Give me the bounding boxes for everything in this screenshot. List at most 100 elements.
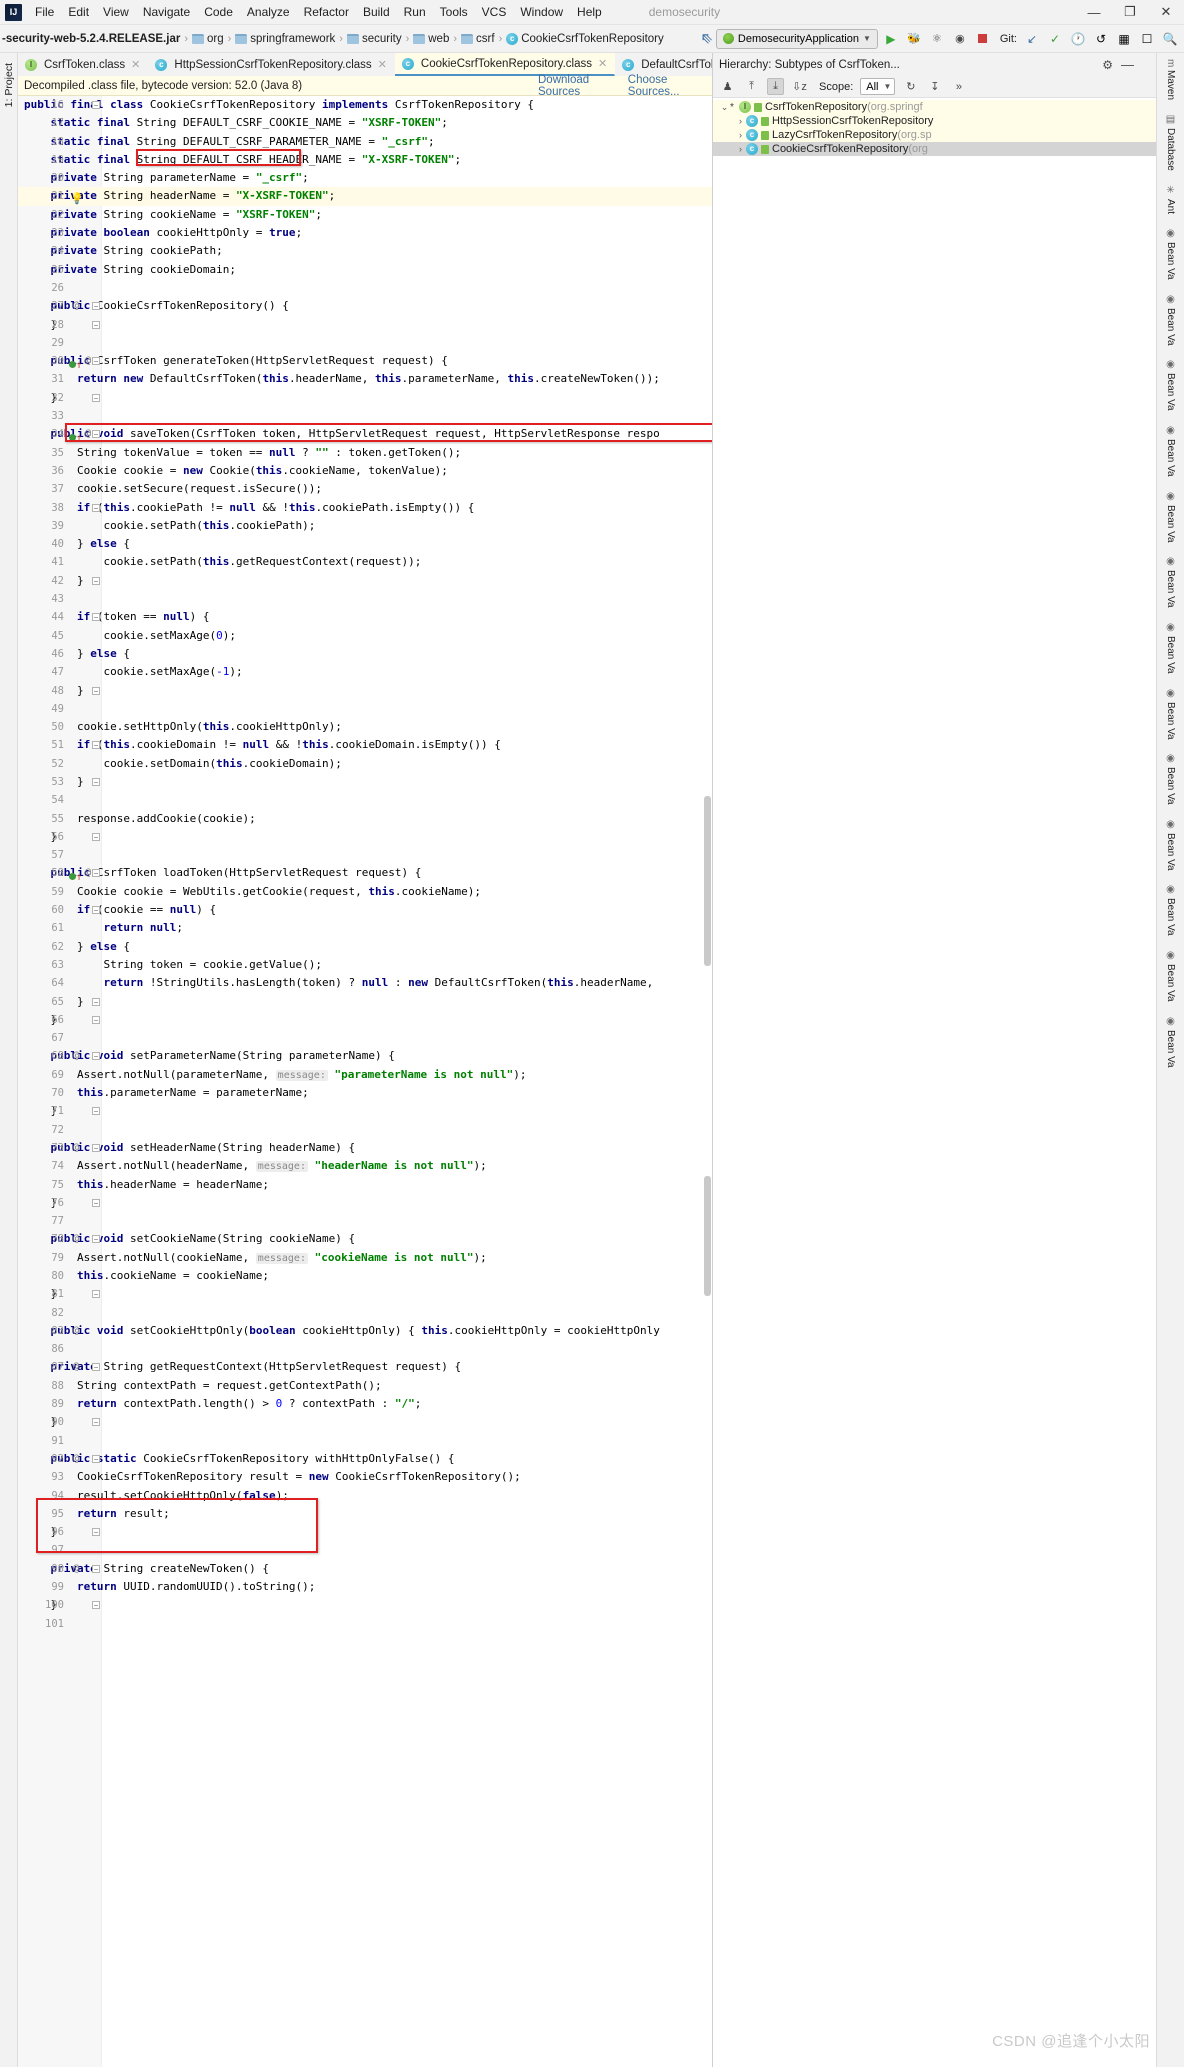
- fold-collapse-icon[interactable]: −: [92, 503, 100, 512]
- fold-end-icon[interactable]: −: [92, 997, 100, 1006]
- history-icon[interactable]: 🕐: [1068, 29, 1088, 49]
- choose-sources-link[interactable]: Choose Sources...: [628, 74, 704, 98]
- gutter-marks[interactable]: [68, 1377, 102, 1395]
- code-line[interactable]: 63 String token = cookie.getValue();: [18, 956, 712, 974]
- gutter-marks[interactable]: [68, 1432, 102, 1450]
- gear-icon[interactable]: ⚙: [1102, 58, 1113, 72]
- code-line[interactable]: 79 Assert.notNull(cookieName, message: "…: [18, 1249, 712, 1267]
- code-line[interactable]: 96− }: [18, 1523, 712, 1541]
- menu-tools[interactable]: Tools: [433, 2, 475, 22]
- fold-collapse-icon[interactable]: −: [92, 1052, 100, 1061]
- fold-end-icon[interactable]: −: [92, 320, 100, 329]
- run-coverage-icon[interactable]: ⚛: [927, 29, 947, 49]
- breadcrumb-item-web[interactable]: web: [428, 33, 449, 45]
- code-line[interactable]: 73 @ − public void setHeaderName(String he…: [18, 1139, 712, 1157]
- right-strip-item-bean-va[interactable]: ◉ Bean Va: [1165, 355, 1176, 411]
- scope-select[interactable]: All ▼: [860, 78, 896, 95]
- code-line[interactable]: 54: [18, 791, 712, 809]
- code-line[interactable]: 39 cookie.setPath(this.cookiePath);: [18, 517, 712, 535]
- chevron-down-icon[interactable]: ⌄: [719, 102, 730, 113]
- right-strip-item-bean-va[interactable]: ◉ Bean Va: [1165, 421, 1176, 477]
- code-line[interactable]: 47 cookie.setMaxAge(-1);: [18, 663, 712, 681]
- gutter-marks[interactable]: [68, 1121, 102, 1139]
- code-line[interactable]: 16− public final class CookieCsrfTokenRep…: [18, 96, 712, 114]
- right-strip-item-bean-va[interactable]: ◉ Bean Va: [1165, 618, 1176, 674]
- fold-collapse-icon[interactable]: −: [92, 302, 100, 311]
- fold-collapse-icon[interactable]: −: [92, 1143, 100, 1152]
- gutter-marks[interactable]: [68, 1340, 102, 1358]
- fold-collapse-icon[interactable]: −: [92, 430, 100, 439]
- code-line[interactable]: 98 @ − private String createNewToken() {: [18, 1560, 712, 1578]
- code-line[interactable]: 60− if (cookie == null) {: [18, 901, 712, 919]
- run-icon[interactable]: ▶: [881, 29, 901, 49]
- breadcrumb-item-springframework[interactable]: springframework: [250, 33, 335, 45]
- gutter-marks[interactable]: [68, 206, 102, 224]
- chevron-right-icon[interactable]: ›: [735, 144, 746, 154]
- code-line[interactable]: 58↑@− public CsrfToken loadToken(HttpSer…: [18, 864, 712, 883]
- fold-end-icon[interactable]: −: [92, 1528, 100, 1537]
- code-line[interactable]: 48− }: [18, 682, 712, 700]
- gutter-marks[interactable]: @: [68, 1322, 102, 1340]
- gutter-marks[interactable]: [68, 700, 102, 718]
- code-line[interactable]: 35 String tokenValue = token == null ? "…: [18, 444, 712, 462]
- right-strip-item-bean-va[interactable]: ◉ Bean Va: [1165, 815, 1176, 871]
- gutter-marks[interactable]: [68, 718, 102, 736]
- gutter-marks[interactable]: −: [68, 773, 102, 791]
- gutter-marks[interactable]: −: [68, 1285, 102, 1303]
- gutter-marks[interactable]: −: [68, 993, 102, 1011]
- gutter-marks[interactable]: [68, 883, 102, 901]
- gutter-marks[interactable]: [68, 1176, 102, 1194]
- gutter-marks[interactable]: −: [68, 608, 102, 626]
- code-line[interactable]: 50 cookie.setHttpOnly(this.cookieHttpOnl…: [18, 718, 712, 736]
- menu-vcs[interactable]: VCS: [475, 2, 514, 22]
- code-line[interactable]: 55 response.addCookie(cookie);: [18, 810, 712, 828]
- gutter-marks[interactable]: [68, 462, 102, 480]
- breadcrumb-item-security[interactable]: security: [362, 33, 402, 45]
- update-project-icon[interactable]: ↙: [1022, 29, 1042, 49]
- right-strip-item-maven[interactable]: m Maven: [1165, 55, 1176, 100]
- gutter-marks[interactable]: [68, 370, 102, 388]
- code-line[interactable]: 28− }: [18, 316, 712, 334]
- code-line[interactable]: 82: [18, 1304, 712, 1322]
- fold-collapse-icon[interactable]: −: [92, 1454, 100, 1463]
- type-hierarchy-icon[interactable]: ♟: [719, 78, 736, 95]
- code-line[interactable]: 51− if (this.cookieDomain != null && !th…: [18, 736, 712, 754]
- more-icon[interactable]: »: [950, 78, 967, 95]
- gutter-marks[interactable]: [68, 517, 102, 535]
- code-line[interactable]: 41 cookie.setPath(this.getRequestContext…: [18, 553, 712, 571]
- run-configuration-selector[interactable]: DemosecurityApplication ▼: [715, 28, 878, 49]
- fold-collapse-icon[interactable]: −: [92, 906, 100, 915]
- refresh-icon[interactable]: ↻: [902, 78, 919, 95]
- breadcrumb-jar[interactable]: -security-web-5.2.4.RELEASE.jar: [2, 33, 180, 45]
- tab-httpsessioncsrftokenrepository[interactable]: c HttpSessionCsrfTokenRepository.class ✕: [148, 53, 395, 76]
- editor-scrollbar-thumb[interactable]: [704, 796, 711, 966]
- right-strip-item-bean-va[interactable]: ◉ Bean Va: [1165, 946, 1176, 1002]
- code-line[interactable]: 81− }: [18, 1285, 712, 1303]
- code-line[interactable]: 46 } else {: [18, 645, 712, 663]
- gutter-marks[interactable]: −: [68, 1194, 102, 1212]
- code-line[interactable]: 94 result.setCookieHttpOnly(false);: [18, 1487, 712, 1505]
- gutter-marks[interactable]: [68, 1157, 102, 1175]
- gutter-marks[interactable]: @ −: [68, 1450, 102, 1468]
- right-strip-item-bean-va[interactable]: ◉ Bean Va: [1165, 684, 1176, 740]
- code-line[interactable]: 95 return result;: [18, 1505, 712, 1523]
- fold-collapse-icon[interactable]: −: [92, 1235, 100, 1244]
- code-line[interactable]: 99 return UUID.randomUUID().toString();: [18, 1578, 712, 1596]
- hierarchy-tree-node[interactable]: ⌄ * I CsrfTokenRepository (org.springf: [713, 100, 1156, 114]
- menu-edit[interactable]: Edit: [61, 2, 96, 22]
- right-strip-item-bean-va[interactable]: ◉ Bean Va: [1165, 749, 1176, 805]
- right-strip-item-bean-va[interactable]: ◉ Bean Va: [1165, 224, 1176, 280]
- fold-end-icon[interactable]: −: [92, 1015, 100, 1024]
- editor-scrollbar-thumb-2[interactable]: [704, 1176, 711, 1296]
- supertypes-hierarchy-icon[interactable]: ⤒: [743, 78, 760, 95]
- gutter-marks[interactable]: [68, 224, 102, 242]
- gutter-marks[interactable]: [68, 535, 102, 553]
- gutter-marks[interactable]: [68, 169, 102, 187]
- gutter-marks[interactable]: [68, 151, 102, 169]
- editor-scrollbar[interactable]: [703, 96, 712, 2067]
- code-line[interactable]: 32− }: [18, 389, 712, 407]
- gutter-marks[interactable]: −: [68, 1011, 102, 1029]
- minimize-icon[interactable]: —: [1121, 57, 1134, 72]
- fold-end-icon[interactable]: −: [92, 777, 100, 786]
- layout-icon[interactable]: ☐: [1137, 29, 1157, 49]
